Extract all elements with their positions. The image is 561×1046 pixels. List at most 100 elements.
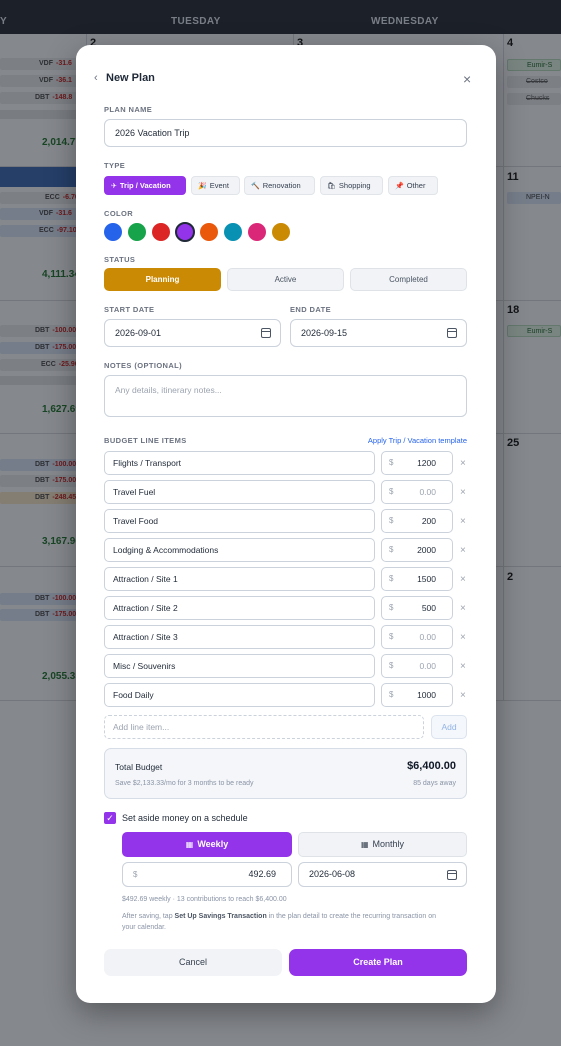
end-date-input[interactable]: 2026-09-15 xyxy=(290,319,467,347)
color-swatch-red[interactable] xyxy=(152,223,170,241)
type-option-label: Trip / Vacation xyxy=(119,181,171,190)
budget-item-name[interactable]: Travel Fuel xyxy=(104,480,375,504)
remove-item-icon[interactable]: × xyxy=(460,459,466,469)
type-other-button[interactable]: 📌 Other xyxy=(388,176,438,195)
type-option-label: Renovation xyxy=(262,181,301,190)
total-budget-label: Total Budget xyxy=(115,762,163,772)
currency-symbol: $ xyxy=(389,690,394,699)
remove-item-icon[interactable]: × xyxy=(460,546,466,556)
end-date-label: END DATE xyxy=(290,305,331,314)
budget-item-name[interactable]: Attraction / Site 3 xyxy=(104,625,375,649)
budget-item-amount[interactable]: $1500 xyxy=(381,567,453,591)
schedule-checkbox-label[interactable]: Set aside money on a schedule xyxy=(122,812,248,824)
status-completed-button[interactable]: Completed xyxy=(350,268,467,291)
status-planning-button[interactable]: Planning xyxy=(104,268,221,291)
remove-item-icon[interactable]: × xyxy=(460,488,466,498)
type-label: TYPE xyxy=(104,161,126,170)
frequency-monthly-button[interactable]: ▦ Monthly xyxy=(298,832,467,857)
status-active-button[interactable]: Active xyxy=(227,268,344,291)
start-date-label: START DATE xyxy=(104,305,155,314)
start-date-value: 2026-09-01 xyxy=(115,328,162,338)
schedule-start-date-input[interactable]: 2026-06-08 xyxy=(298,862,467,887)
budget-item-amount[interactable]: $500 xyxy=(381,596,453,620)
frequency-weekly-button[interactable]: ▦ Weekly xyxy=(122,832,292,857)
calendar-icon[interactable] xyxy=(261,328,271,338)
calendar-icon[interactable] xyxy=(447,328,457,338)
budget-item-name[interactable]: Lodging & Accommodations xyxy=(104,538,375,562)
schedule-checkbox[interactable]: ✓ xyxy=(104,812,116,824)
budget-item-amount[interactable]: $2000 xyxy=(381,538,453,562)
budget-item-amount[interactable]: $1000 xyxy=(381,683,453,707)
days-away: 85 days away xyxy=(413,780,456,787)
budget-item-name[interactable]: Travel Food xyxy=(104,509,375,533)
color-swatch-orange[interactable] xyxy=(200,223,218,241)
plan-name-input[interactable]: 2026 Vacation Trip xyxy=(104,119,467,147)
add-line-item-input[interactable]: Add line item... xyxy=(104,715,424,739)
remove-item-icon[interactable]: × xyxy=(460,662,466,672)
budget-item-amount[interactable]: $0.00 xyxy=(381,625,453,649)
add-line-item-button[interactable]: Add xyxy=(431,715,467,739)
amount-value: 2000 xyxy=(417,545,436,555)
remove-item-icon[interactable]: × xyxy=(460,633,466,643)
amount-value: 0.00 xyxy=(419,487,436,497)
currency-symbol: $ xyxy=(389,458,394,467)
cancel-button[interactable]: Cancel xyxy=(104,949,282,976)
currency-symbol: $ xyxy=(389,632,394,641)
type-shopping-button[interactable]: 🛍 Shopping xyxy=(320,176,383,195)
savings-note: Save $2,133.33/mo for 3 months to be rea… xyxy=(115,780,254,787)
budget-item-name[interactable]: Attraction / Site 2 xyxy=(104,596,375,620)
budget-item-name[interactable]: Misc / Souvenirs xyxy=(104,654,375,678)
contribution-amount-input[interactable]: $492.69 xyxy=(122,862,292,887)
color-swatch-purple[interactable] xyxy=(175,222,195,242)
remove-item-icon[interactable]: × xyxy=(460,691,466,701)
budget-item-amount[interactable]: $0.00 xyxy=(381,654,453,678)
type-trip-vacation-button[interactable]: ✈ Trip / Vacation xyxy=(104,176,186,195)
start-date-input[interactable]: 2026-09-01 xyxy=(104,319,281,347)
help-text-part: After saving, tap xyxy=(122,913,175,920)
amount-value: 1000 xyxy=(417,690,436,700)
budget-item-amount[interactable]: $200 xyxy=(381,509,453,533)
apply-template-link[interactable]: Apply Trip / Vacation template xyxy=(368,436,467,445)
budget-item-name[interactable]: Attraction / Site 1 xyxy=(104,567,375,591)
budget-item-amount[interactable]: $0.00 xyxy=(381,480,453,504)
amount-value: 1500 xyxy=(417,574,436,584)
new-plan-modal: ‹ New Plan × PLAN NAME 2026 Vacation Tri… xyxy=(76,45,496,1003)
create-plan-button[interactable]: Create Plan xyxy=(289,949,467,976)
notes-textarea[interactable]: Any details, itinerary notes... xyxy=(104,375,467,417)
remove-item-icon[interactable]: × xyxy=(460,604,466,614)
currency-symbol: $ xyxy=(133,870,138,879)
color-swatch-pink[interactable] xyxy=(248,223,266,241)
setup-savings-link: Set Up Savings Transaction xyxy=(174,913,267,920)
contribution-amount-value: 492.69 xyxy=(248,869,276,879)
color-swatch-blue[interactable] xyxy=(104,223,122,241)
amount-value: 500 xyxy=(421,603,436,613)
budget-item-amount[interactable]: $1200 xyxy=(381,451,453,475)
type-option-label: Other xyxy=(406,181,426,190)
schedule-summary: $492.69 weekly · 13 contributions to rea… xyxy=(122,896,287,903)
type-option-label: Shopping xyxy=(338,181,371,190)
color-swatch-teal[interactable] xyxy=(224,223,242,241)
hammer-icon: 🔨 xyxy=(251,183,260,190)
currency-symbol: $ xyxy=(389,603,394,612)
calendar-icon[interactable] xyxy=(447,870,457,880)
total-budget-card: Total Budget $6,400.00 Save $2,133.33/mo… xyxy=(104,748,467,799)
remove-item-icon[interactable]: × xyxy=(460,575,466,585)
back-chevron-icon[interactable]: ‹ xyxy=(94,72,98,84)
plane-icon: ✈ xyxy=(111,183,117,190)
frequency-label: Weekly xyxy=(197,839,229,849)
remove-item-icon[interactable]: × xyxy=(460,517,466,527)
pin-icon: 📌 xyxy=(395,183,404,190)
color-swatch-green[interactable] xyxy=(128,223,146,241)
color-swatch-gold[interactable] xyxy=(272,223,290,241)
plan-name-label: PLAN NAME xyxy=(104,105,153,114)
amount-value: 1200 xyxy=(417,458,436,468)
type-event-button[interactable]: 🎉 Event xyxy=(191,176,240,195)
calendar-icon: ▦ xyxy=(360,840,369,849)
currency-symbol: $ xyxy=(389,661,394,670)
end-date-value: 2026-09-15 xyxy=(301,328,348,338)
budget-item-name[interactable]: Flights / Transport xyxy=(104,451,375,475)
close-icon[interactable]: × xyxy=(463,72,471,86)
calendar-icon: ▦ xyxy=(185,840,194,849)
type-renovation-button[interactable]: 🔨 Renovation xyxy=(244,176,315,195)
budget-item-name[interactable]: Food Daily xyxy=(104,683,375,707)
